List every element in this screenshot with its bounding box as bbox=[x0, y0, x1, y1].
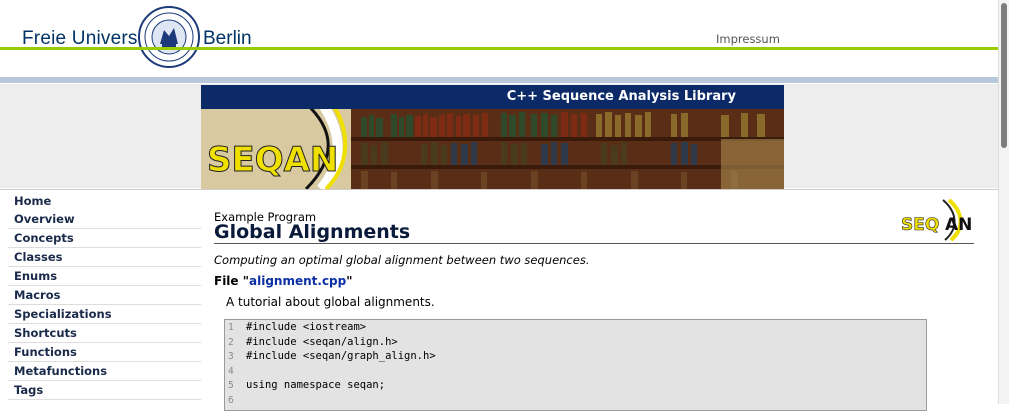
banner-title: C++ Sequence Analysis Library bbox=[506, 89, 736, 104]
line-number: 2 bbox=[228, 336, 234, 348]
sidebar-item-overview[interactable]: Overview bbox=[8, 210, 201, 229]
blue-divider bbox=[0, 77, 998, 83]
sidebar-item-classes[interactable]: Classes bbox=[8, 248, 201, 267]
page-description: Computing an optimal global alignment be… bbox=[214, 253, 590, 267]
green-divider bbox=[0, 47, 998, 50]
vertical-scrollbar[interactable] bbox=[998, 0, 1009, 404]
line-number: 4 bbox=[228, 365, 234, 377]
file-prefix: File " bbox=[214, 274, 249, 288]
page-title: Global Alignments bbox=[214, 221, 411, 243]
code-line: 3 #include <seqan/graph_align.h> bbox=[225, 349, 926, 364]
line-number: 1 bbox=[228, 322, 234, 333]
seqan-logo-text: SEQAN bbox=[207, 140, 338, 180]
sidebar-item-specializations[interactable]: Specializations bbox=[8, 305, 201, 324]
title-divider bbox=[214, 243, 974, 244]
sidebar-item-metafunctions[interactable]: Metafunctions bbox=[8, 362, 201, 381]
university-header: Freie Universität Berlin Impressum bbox=[0, 0, 998, 86]
scrollbar-thumb[interactable] bbox=[1001, 3, 1007, 148]
sidebar-item-tags[interactable]: Tags bbox=[8, 381, 201, 400]
library-shelves-image: SEQAN bbox=[201, 109, 784, 189]
file-suffix: " bbox=[346, 274, 353, 288]
code-line: 2 #include <seqan/align.h> bbox=[225, 335, 926, 350]
tutorial-text: A tutorial about global alignments. bbox=[226, 295, 435, 309]
file-heading: File "alignment.cpp" bbox=[214, 274, 353, 288]
code-line: 4 bbox=[225, 364, 926, 379]
svg-text:AN: AN bbox=[945, 215, 972, 235]
sidebar-item-concepts[interactable]: Concepts bbox=[8, 229, 201, 248]
svg-text:SEQ: SEQ bbox=[901, 215, 939, 235]
banner-title-bar: C++ Sequence Analysis Library bbox=[201, 85, 784, 109]
line-number: 3 bbox=[228, 351, 234, 362]
sidebar-nav: Home Overview Concepts Classes Enums Mac… bbox=[0, 189, 201, 405]
sidebar-item-enums[interactable]: Enums bbox=[8, 267, 201, 286]
code-text: #include <iostream> bbox=[246, 321, 367, 333]
line-number: 6 bbox=[228, 394, 234, 406]
code-text: #include <seqan/align.h> bbox=[246, 335, 398, 348]
file-link[interactable]: alignment.cpp bbox=[249, 274, 346, 288]
university-seal-icon bbox=[138, 6, 200, 68]
code-line: 1 #include <iostream> bbox=[225, 320, 926, 335]
sidebar-item-macros[interactable]: Macros bbox=[8, 286, 201, 305]
sidebar-item-home[interactable]: Home bbox=[8, 192, 201, 210]
seqan-logo-icon: SEQ AN bbox=[901, 198, 972, 242]
code-block: 1 #include <iostream> 2 #include <seqan/al… bbox=[224, 319, 927, 411]
main-content: Example Program Global Alignments SEQ AN… bbox=[201, 189, 998, 411]
line-number: 5 bbox=[228, 380, 234, 391]
code-text: #include <seqan/graph_align.h> bbox=[246, 350, 436, 362]
code-text: using namespace seqan; bbox=[246, 379, 386, 391]
sidebar-item-shortcuts[interactable]: Shortcuts bbox=[8, 324, 201, 343]
code-line: 5 using namespace seqan; bbox=[225, 378, 926, 393]
impressum-link[interactable]: Impressum bbox=[716, 32, 780, 46]
sidebar-item-functions[interactable]: Functions bbox=[8, 343, 201, 362]
seqan-banner: C++ Sequence Analysis Library SEQAN bbox=[201, 85, 784, 189]
code-line: 6 bbox=[225, 393, 926, 408]
